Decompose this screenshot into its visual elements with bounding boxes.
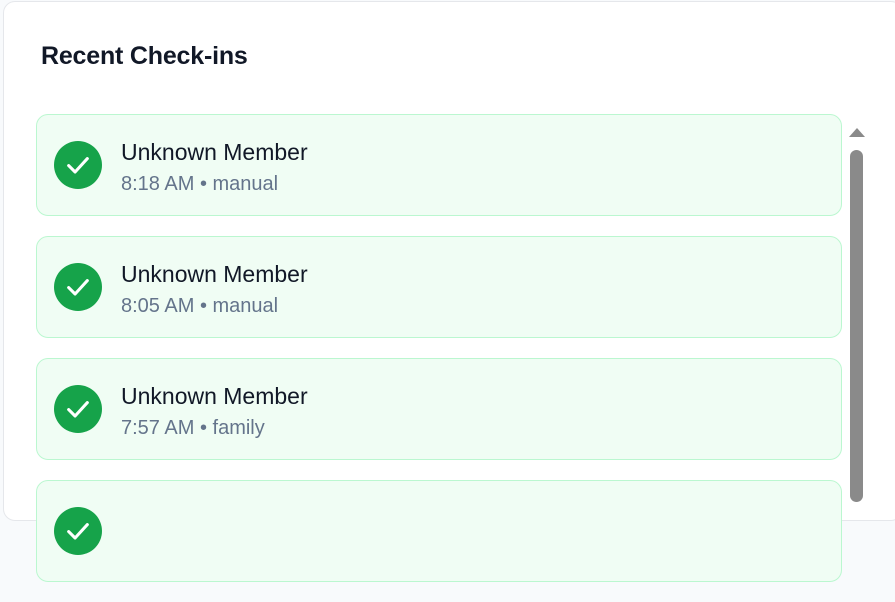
meta-separator: • [194, 295, 213, 317]
checkin-item[interactable]: Unknown Member 8:05 AM • manual [36, 236, 842, 338]
checkin-method: family [212, 417, 265, 439]
checkin-time: 7:57 AM [121, 417, 195, 439]
checkin-item[interactable] [36, 480, 842, 582]
check-circle-icon [54, 141, 102, 189]
checkin-time: 8:18 AM [121, 173, 195, 195]
scrollbar-thumb[interactable] [850, 150, 863, 502]
member-name: Unknown Member [121, 139, 308, 165]
checkin-method: manual [212, 295, 279, 317]
list-scrollbar[interactable] [846, 116, 868, 504]
checkin-meta: 8:18 AM • manual [121, 173, 278, 196]
checkin-meta: 8:05 AM • manual [121, 295, 278, 318]
check-circle-icon [54, 507, 102, 555]
member-name: Unknown Member [121, 261, 308, 287]
checkin-item[interactable]: Unknown Member 8:18 AM • manual [36, 114, 842, 216]
check-circle-icon [54, 385, 102, 433]
checkin-list[interactable]: Unknown Member 8:18 AM • manual Unknown … [36, 114, 842, 602]
meta-separator: • [194, 417, 213, 439]
scroll-up-arrow-icon[interactable] [849, 128, 865, 137]
checkin-time: 8:05 AM [121, 295, 195, 317]
checkin-method: manual [212, 173, 279, 195]
checkin-item[interactable]: Unknown Member 7:57 AM • family [36, 358, 842, 460]
check-circle-icon [54, 263, 102, 311]
member-name: Unknown Member [121, 383, 308, 409]
checkin-meta: 7:57 AM • family [121, 417, 265, 440]
panel-title: Recent Check-ins [41, 42, 248, 70]
meta-separator: • [194, 173, 213, 195]
